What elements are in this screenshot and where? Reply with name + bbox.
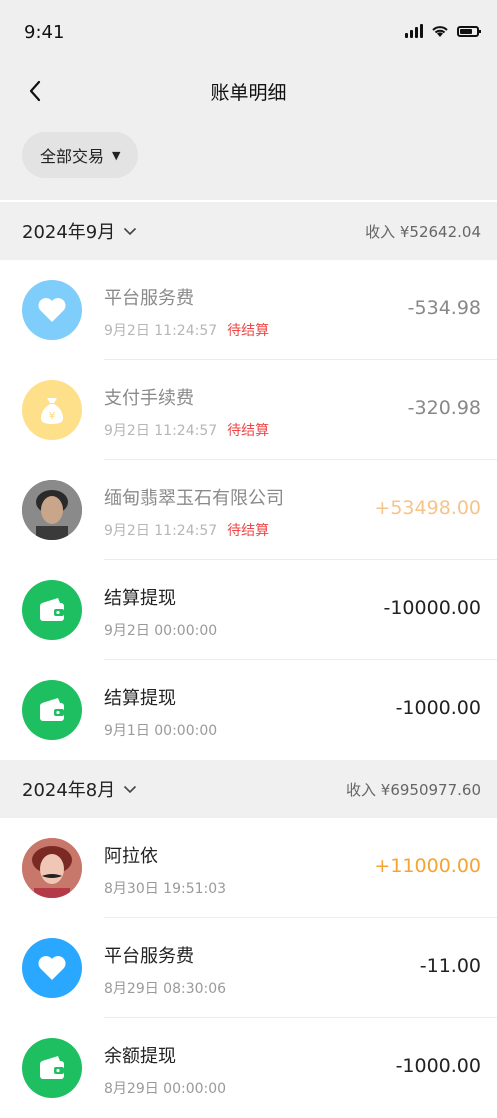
transaction-meta: 9月2日 00:00:00	[104, 620, 217, 640]
transaction-date: 8月29日 08:30:06	[104, 981, 227, 997]
caret-down-icon: ▼	[112, 148, 121, 162]
transaction-title: 缅甸翡翠玉石有限公司	[104, 488, 284, 509]
pending-status-badge: 待结算	[227, 523, 270, 539]
pending-status-badge: 待结算	[227, 423, 270, 439]
transaction-title: 余额提现	[104, 1046, 176, 1067]
month-header[interactable]: 2024年9月 收入 ¥52642.04	[0, 202, 497, 260]
transaction-row[interactable]: 平台服务费 9月2日 11:24:57 待结算 -534.98	[0, 260, 497, 360]
chevron-down-icon	[124, 227, 137, 235]
month-label: 2024年8月	[22, 780, 116, 801]
heart-icon	[22, 280, 82, 340]
transaction-title: 阿拉依	[104, 846, 158, 867]
transaction-meta: 8月29日 00:00:00	[104, 1078, 226, 1098]
transaction-title: 平台服务费	[104, 946, 194, 967]
wallet-icon	[22, 1038, 82, 1098]
transaction-title: 结算提现	[104, 688, 176, 709]
wifi-icon	[432, 26, 448, 37]
transaction-row[interactable]: 阿拉依 8月30日 19:51:03 +11000.00	[0, 818, 497, 918]
transaction-row[interactable]: 结算提现 9月2日 00:00:00 -10000.00	[0, 560, 497, 660]
filter-label: 全部交易	[40, 147, 105, 166]
transaction-title: 结算提现	[104, 588, 176, 609]
month-income-summary: 收入 ¥52642.04	[365, 222, 481, 241]
transaction-title: 平台服务费	[104, 288, 194, 309]
transaction-amount: -11.00	[419, 955, 481, 977]
wallet-icon	[22, 680, 82, 740]
money-bag-icon: ¥	[22, 380, 82, 440]
transaction-row[interactable]: 结算提现 9月1日 00:00:00 -1000.00	[0, 660, 497, 760]
transaction-amount: +53498.00	[374, 497, 481, 519]
transaction-amount: -320.98	[407, 397, 481, 419]
status-time: 9:41	[24, 22, 65, 43]
transaction-date: 9月2日 00:00:00	[104, 623, 218, 639]
transaction-date: 9月2日 11:24:57	[104, 423, 218, 439]
transaction-date: 9月2日 11:24:57	[104, 323, 218, 339]
transaction-amount: +11000.00	[374, 855, 481, 877]
user-avatar	[22, 480, 82, 540]
transaction-title: 支付手续费	[104, 388, 194, 409]
transaction-meta: 9月1日 00:00:00	[104, 720, 217, 740]
signal-icon	[405, 24, 423, 38]
page-title: 账单明细	[210, 82, 287, 104]
svg-text:¥: ¥	[49, 411, 55, 422]
nav-bar: 账单明细	[0, 64, 497, 118]
heart-icon	[22, 938, 82, 998]
chevron-down-icon	[124, 785, 137, 793]
transaction-meta: 8月29日 08:30:06	[104, 978, 226, 998]
battery-icon	[457, 25, 481, 37]
transaction-meta: 9月2日 11:24:57 待结算	[104, 420, 269, 440]
transaction-amount: -1000.00	[395, 697, 481, 719]
transaction-date: 9月1日 00:00:00	[104, 723, 218, 739]
transaction-meta: 9月2日 11:24:57 待结算	[104, 320, 269, 340]
transaction-row[interactable]: ¥ 支付手续费 9月2日 11:24:57 待结算 -320.98	[0, 360, 497, 460]
filter-area: 全部交易 ▼	[0, 118, 497, 200]
month-income-summary: 收入 ¥6950977.60	[346, 780, 481, 799]
transaction-amount: -1000.00	[395, 1055, 481, 1077]
wallet-icon	[22, 580, 82, 640]
pending-status-badge: 待结算	[227, 323, 270, 339]
status-icons	[405, 24, 481, 38]
user-avatar	[22, 838, 82, 898]
transaction-row[interactable]: 平台服务费 8月29日 08:30:06 -11.00	[0, 918, 497, 1018]
transaction-meta: 9月2日 11:24:57 待结算	[104, 520, 269, 540]
transaction-date: 8月29日 00:00:00	[104, 1081, 227, 1097]
month-selector[interactable]: 2024年9月	[22, 218, 137, 244]
month-header[interactable]: 2024年8月 收入 ¥6950977.60	[0, 760, 497, 818]
transaction-meta: 8月30日 19:51:03	[104, 878, 226, 898]
status-bar: 9:41	[0, 0, 497, 64]
month-label: 2024年9月	[22, 222, 116, 243]
transaction-row[interactable]: 缅甸翡翠玉石有限公司 9月2日 11:24:57 待结算 +53498.00	[0, 460, 497, 560]
transaction-filter-button[interactable]: 全部交易 ▼	[22, 132, 139, 178]
transaction-amount: -534.98	[407, 297, 481, 319]
month-selector[interactable]: 2024年8月	[22, 776, 137, 802]
transaction-date: 9月2日 11:24:57	[104, 523, 218, 539]
transaction-date: 8月30日 19:51:03	[104, 881, 227, 897]
transaction-amount: -10000.00	[383, 597, 481, 619]
transaction-row[interactable]: 余额提现 8月29日 00:00:00 -1000.00	[0, 1018, 497, 1118]
